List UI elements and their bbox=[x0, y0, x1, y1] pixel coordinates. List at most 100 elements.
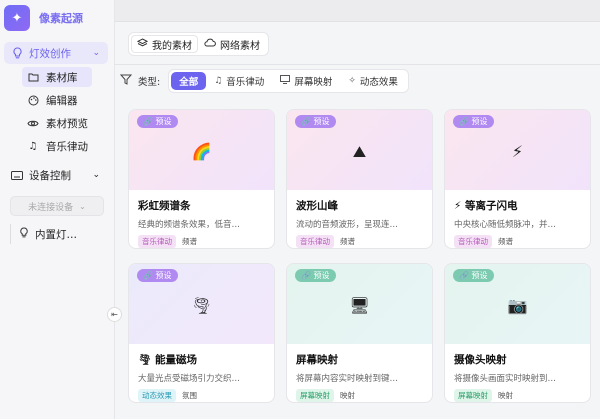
card-thumbnail: 🔗 预设 📷 bbox=[445, 264, 590, 344]
divider bbox=[115, 64, 600, 65]
card-thumbnail: 🔗 预设 ⚡ bbox=[445, 110, 590, 190]
nav-group-light-creation[interactable]: 灯效创作 ⌄ bbox=[4, 42, 108, 64]
material-card[interactable]: 🔗 预设 ⚡ ⚡ 等离子闪电 中央核心随低频脉冲，并… 音乐律动 频谱 bbox=[444, 109, 591, 249]
chip-music[interactable]: ♫ 音乐律动 bbox=[206, 72, 272, 90]
chip-all[interactable]: 全部 bbox=[171, 72, 207, 90]
category-tag: 屏幕映射 bbox=[454, 389, 492, 402]
chevron-down-icon: ⌄ bbox=[92, 48, 100, 58]
material-card[interactable]: 🔗 预设 ⛰ 波形山峰 流动的音频波形，呈现连… 音乐律动 频谱 bbox=[286, 109, 433, 249]
sparkles-icon: ✧ bbox=[348, 76, 356, 86]
card-title: 🌪 能量磁场 bbox=[138, 354, 197, 366]
filter-icon bbox=[119, 74, 133, 88]
card-thumbnail: 🔗 预设 🌪 bbox=[129, 264, 274, 344]
music-note-icon: ♫ bbox=[28, 140, 38, 152]
category-tag: 音乐律动 bbox=[454, 235, 492, 248]
link-icon: 🔗 bbox=[143, 117, 153, 126]
camera-icon: 📷 bbox=[507, 296, 528, 315]
card-description: 大量光点受磁场引力交织… bbox=[138, 374, 241, 384]
card-tags: 动态效果 氛围 bbox=[138, 389, 274, 402]
card-thumbnail: 🔗 预设 🖥 bbox=[287, 264, 432, 344]
card-title: 彩虹频谱条 bbox=[138, 200, 191, 212]
folder-icon bbox=[26, 72, 40, 82]
sidebar-item-label: 素材库 bbox=[46, 71, 78, 84]
type-filter: 类型: 全部 ♫ 音乐律动 屏幕映射 ✧ 动态效果 bbox=[119, 69, 409, 93]
link-icon: 🔗 bbox=[301, 117, 311, 126]
tab-label: 网络素材 bbox=[220, 40, 260, 52]
card-title: 波形山峰 bbox=[296, 200, 338, 212]
sidebar-item-label: 内置灯… bbox=[35, 228, 77, 241]
tab-my-materials[interactable]: 我的素材 bbox=[131, 35, 198, 53]
material-card[interactable]: 🔗 预设 🌈 彩虹频谱条 经典的频谱条效果，低音… 音乐律动 频谱 bbox=[128, 109, 275, 249]
card-description: 将屏幕内容实时映射到键… bbox=[296, 374, 399, 384]
card-description: 流动的音频波形，呈现连… bbox=[296, 220, 399, 230]
preset-badge: 🔗 预设 bbox=[295, 269, 336, 282]
app-name: 像素起源 bbox=[39, 12, 83, 25]
device-select-value: 未连接设备 bbox=[28, 202, 74, 213]
category-tag: 屏幕映射 bbox=[296, 389, 334, 402]
tab-label: 我的素材 bbox=[152, 40, 192, 52]
layers-icon bbox=[136, 37, 149, 51]
sidebar-item-preview[interactable]: 素材预览 bbox=[22, 113, 92, 133]
chip-label: 全部 bbox=[179, 77, 199, 88]
sidebar-item-label: 编辑器 bbox=[46, 94, 78, 107]
nav-group-device-control[interactable]: 设备控制 ⌄ bbox=[4, 164, 108, 186]
card-description: 经典的频谱条效果，低音… bbox=[138, 220, 241, 230]
sidebar: ✦ 像素起源 灯效创作 ⌄ 素材库 编辑器 素材预览 ♫ 音乐律动 设备控制 ⌄… bbox=[0, 0, 115, 419]
card-thumbnail: 🔗 预设 🌈 bbox=[129, 110, 274, 190]
chip-dynamic[interactable]: ✧ 动态效果 bbox=[340, 72, 406, 90]
category-tag: 音乐律动 bbox=[296, 235, 334, 248]
chevron-down-icon: ⌄ bbox=[79, 201, 86, 211]
cloud-icon bbox=[204, 38, 216, 50]
preset-badge: 🔗 预设 bbox=[453, 269, 494, 282]
card-tags: 屏幕映射 映射 bbox=[296, 389, 432, 402]
monitor-icon bbox=[280, 75, 291, 87]
sidebar-item-music[interactable]: ♫ 音乐律动 bbox=[22, 136, 92, 156]
sidebar-item-builtin-light[interactable]: 内置灯… bbox=[10, 224, 104, 244]
preset-badge: 🔗 预设 bbox=[453, 115, 494, 128]
sparkle-logo-icon: ✦ bbox=[4, 5, 30, 31]
card-title: ⚡ 等离子闪电 bbox=[454, 200, 518, 212]
sidebar-item-library[interactable]: 素材库 bbox=[22, 67, 92, 87]
category-tag: 动态效果 bbox=[138, 389, 176, 402]
subcategory-label: 映射 bbox=[498, 391, 513, 400]
chip-label: 音乐律动 bbox=[226, 77, 265, 88]
collapse-sidebar-button[interactable]: ⇤ bbox=[107, 307, 122, 322]
nav-group-label: 灯效创作 bbox=[29, 47, 71, 60]
tornado-icon: 🌪 bbox=[191, 296, 212, 315]
material-card[interactable]: 🔗 预设 🖥 屏幕映射 将屏幕内容实时映射到键… 屏幕映射 映射 bbox=[286, 263, 433, 403]
card-thumbnail: 🔗 预设 ⛰ bbox=[287, 110, 432, 190]
collapse-left-icon: ⇤ bbox=[111, 310, 118, 319]
brand: ✦ 像素起源 bbox=[0, 0, 114, 36]
sidebar-item-label: 素材预览 bbox=[46, 117, 88, 130]
card-title: 屏幕映射 bbox=[296, 354, 338, 366]
card-tags: 音乐律动 频谱 bbox=[138, 235, 274, 248]
monitor-icon: 🖥 bbox=[349, 296, 370, 315]
filter-chips: 全部 ♫ 音乐律动 屏幕映射 ✧ 动态效果 bbox=[168, 69, 409, 93]
palette-icon bbox=[26, 95, 40, 106]
card-description: 将摄像头画面实时映射到… bbox=[454, 374, 557, 384]
preset-badge: 🔗 预设 bbox=[137, 269, 178, 282]
category-tag: 音乐律动 bbox=[138, 235, 176, 248]
eye-icon bbox=[26, 119, 40, 128]
filter-label: 类型: bbox=[138, 77, 161, 88]
device-select[interactable]: 未连接设备 ⌄ bbox=[10, 196, 104, 216]
lightbulb-icon bbox=[10, 47, 24, 59]
material-card[interactable]: 🔗 预设 🌪 🌪 能量磁场 大量光点受磁场引力交织… 动态效果 氛围 bbox=[128, 263, 275, 403]
material-card[interactable]: 🔗 预设 📷 摄像头映射 将摄像头画面实时映射到… 屏幕映射 映射 bbox=[444, 263, 591, 403]
sidebar-item-editor[interactable]: 编辑器 bbox=[22, 90, 92, 110]
preset-badge: 🔗 预设 bbox=[295, 115, 336, 128]
tab-online-materials[interactable]: 网络素材 bbox=[198, 35, 266, 53]
card-tags: 屏幕映射 映射 bbox=[454, 389, 590, 402]
subcategory-label: 频谱 bbox=[340, 237, 355, 246]
keyboard-icon bbox=[10, 170, 24, 180]
subcategory-label: 频谱 bbox=[182, 237, 197, 246]
lightbulb-icon bbox=[19, 227, 29, 241]
subcategory-label: 氛围 bbox=[182, 391, 197, 400]
card-description: 中央核心随低频脉冲，并… bbox=[454, 220, 557, 230]
chip-screen[interactable]: 屏幕映射 bbox=[272, 72, 340, 90]
card-title: 摄像头映射 bbox=[454, 354, 507, 366]
lightning-icon: ⚡ bbox=[511, 142, 524, 161]
rainbow-icon: 🌈 bbox=[191, 142, 212, 161]
music-note-icon: ♫ bbox=[214, 76, 223, 86]
link-icon: 🔗 bbox=[301, 271, 311, 280]
